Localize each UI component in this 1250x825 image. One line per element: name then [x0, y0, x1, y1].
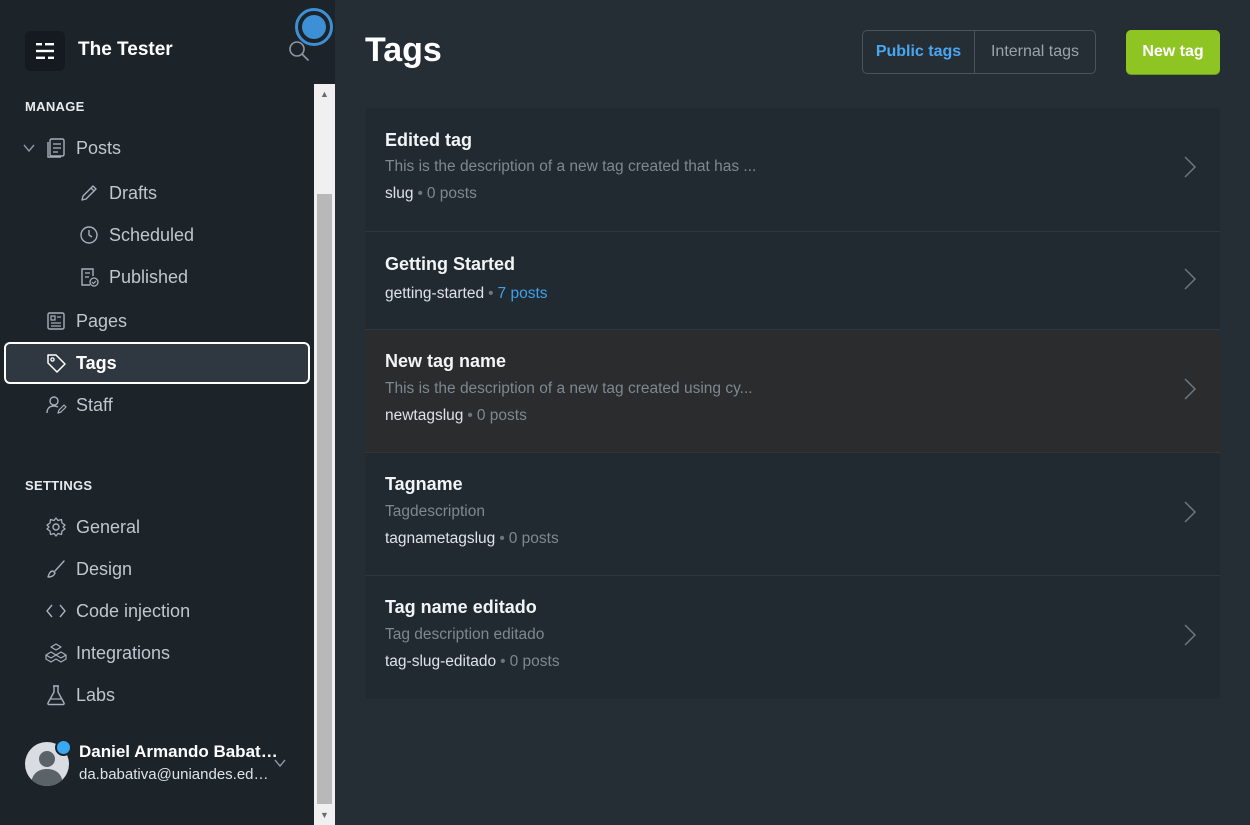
meta-separator: •: [488, 285, 494, 302]
published-icon: [78, 266, 100, 288]
brush-icon: [45, 558, 67, 580]
tag-description: Tagdescription: [385, 503, 485, 520]
sidebar-item-label: Pages: [76, 311, 128, 331]
sidebar: The Tester MANAGE Posts Drafts Scheduled…: [0, 0, 314, 825]
tag-post-count: 0 posts: [426, 185, 477, 202]
tag-type-toggle: Public tags Internal tags: [862, 30, 1096, 74]
site-title[interactable]: The Tester: [78, 39, 173, 61]
meta-separator: •: [467, 407, 473, 424]
tag-post-count: 0 posts: [476, 407, 527, 424]
clock-icon: [78, 224, 100, 246]
tag-slug: getting-started: [385, 285, 485, 302]
tag-description: This is the description of a new tag cre…: [385, 158, 757, 175]
sidebar-item-staff[interactable]: Staff: [4, 384, 310, 426]
flask-icon: [45, 684, 67, 706]
tag-meta: tagnametagslug • 0 posts: [385, 530, 559, 548]
user-menu[interactable]: Daniel Armando Babativa da.babativa@unia…: [25, 739, 305, 788]
sidebar-item-label: Design: [76, 559, 133, 579]
integrations-icon: [45, 642, 67, 664]
site-logo[interactable]: [25, 31, 65, 71]
page-title: Tags: [365, 31, 442, 69]
pages-icon: [45, 310, 67, 332]
tag-name: New tag name: [385, 351, 507, 371]
sidebar-item-label: Integrations: [76, 643, 171, 663]
tab-public-tags[interactable]: Public tags: [863, 31, 975, 73]
tag-meta: slug • 0 posts: [385, 185, 477, 203]
chevron-right-icon: [1184, 378, 1197, 400]
chevron-down-icon[interactable]: [273, 756, 287, 770]
tag-post-count: 0 posts: [508, 530, 559, 547]
sidebar-scrollbar[interactable]: ▲ ▼: [314, 84, 335, 825]
tag-slug: slug: [385, 185, 414, 202]
sidebar-item-label: Code injection: [76, 601, 191, 621]
tag-list: Edited tag This is the description of a …: [365, 108, 1220, 699]
sidebar-item-integrations[interactable]: Integrations: [4, 632, 310, 674]
staff-icon: [45, 394, 67, 416]
manage-section-label: MANAGE: [25, 99, 85, 114]
sidebar-item-label: Staff: [76, 395, 113, 415]
chevron-right-icon: [1184, 624, 1197, 646]
meta-separator: •: [499, 530, 505, 547]
sidebar-item-labs[interactable]: Labs: [4, 674, 310, 716]
sidebar-item-label: Labs: [76, 685, 116, 705]
sidebar-item-pages[interactable]: Pages: [4, 300, 310, 342]
site-logo-icon: [36, 43, 54, 59]
tag-icon: [45, 352, 67, 374]
tag-post-count: 0 posts: [509, 653, 560, 670]
tag-description: Tag description editado: [385, 626, 545, 643]
scroll-up-arrow-icon[interactable]: ▲: [314, 84, 335, 104]
tag-meta: newtagslug • 0 posts: [385, 407, 527, 425]
tag-meta: getting-started • 7 posts: [385, 285, 548, 303]
gear-icon: [45, 516, 67, 538]
meta-separator: •: [500, 653, 506, 670]
sidebar-item-scheduled[interactable]: Scheduled: [4, 214, 310, 256]
focus-indicator: [295, 8, 333, 46]
sidebar-item-tags[interactable]: Tags: [4, 342, 310, 384]
settings-section-label: SETTINGS: [25, 478, 93, 493]
sidebar-item-code-injection[interactable]: Code injection: [4, 590, 310, 632]
user-email: da.babativa@uniandes.edu.co: [79, 766, 275, 783]
tag-description: This is the description of a new tag cre…: [385, 380, 753, 397]
new-tag-button[interactable]: New tag: [1126, 30, 1220, 74]
sidebar-item-label: Posts: [76, 138, 122, 158]
sidebar-item-label: Tags: [76, 353, 117, 373]
tag-slug: tagnametagslug: [385, 530, 496, 547]
list-item[interactable]: Edited tag This is the description of a …: [365, 108, 1220, 232]
pencil-icon: [78, 182, 100, 204]
posts-icon: [45, 137, 67, 159]
chevron-right-icon: [1184, 268, 1197, 290]
sidebar-item-published[interactable]: Published: [4, 256, 310, 298]
list-item[interactable]: New tag name This is the description of …: [365, 330, 1220, 453]
meta-separator: •: [417, 185, 423, 202]
sidebar-item-posts[interactable]: Posts: [4, 127, 310, 169]
list-item[interactable]: Tag name editado Tag description editado…: [365, 576, 1220, 699]
sidebar-item-drafts[interactable]: Drafts: [4, 172, 310, 214]
tag-name: Getting Started: [385, 254, 516, 274]
user-name: Daniel Armando Babativa: [79, 742, 279, 761]
sidebar-item-general[interactable]: General: [4, 506, 310, 548]
tag-slug: newtagslug: [385, 407, 464, 424]
sidebar-item-label: Published: [109, 267, 189, 287]
tag-meta: tag-slug-editado • 0 posts: [385, 653, 560, 671]
tag-post-count-link[interactable]: 7 posts: [498, 285, 548, 302]
tag-name: Tagname: [385, 474, 463, 494]
list-item[interactable]: Getting Started getting-started • 7 posts: [365, 232, 1220, 330]
list-item[interactable]: Tagname Tagdescription tagnametagslug • 0 …: [365, 453, 1220, 576]
scroll-down-arrow-icon[interactable]: ▼: [314, 805, 335, 825]
tag-slug: tag-slug-editado: [385, 653, 497, 670]
code-icon: [45, 600, 67, 622]
sidebar-item-design[interactable]: Design: [4, 548, 310, 590]
chevron-right-icon: [1184, 501, 1197, 523]
tag-name: Tag name editado: [385, 597, 537, 617]
scrollbar-thumb[interactable]: [317, 194, 332, 804]
sidebar-item-label: Scheduled: [109, 225, 195, 245]
chevron-right-icon: [1184, 156, 1197, 178]
status-badge: [55, 739, 72, 756]
tab-internal-tags[interactable]: Internal tags: [975, 31, 1095, 73]
sidebar-item-label: Drafts: [109, 183, 158, 203]
sidebar-item-label: General: [76, 517, 141, 537]
tag-name: Edited tag: [385, 130, 473, 150]
